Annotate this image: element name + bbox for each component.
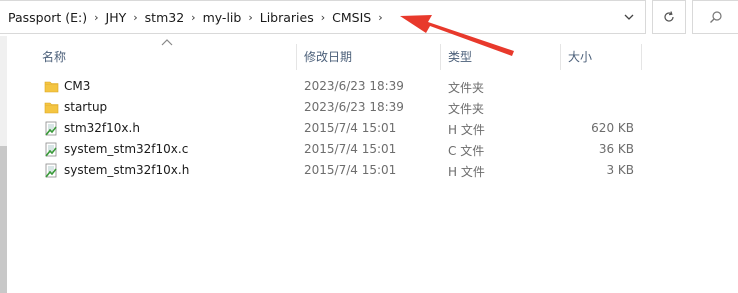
annotation-arrow-icon [400, 15, 514, 56]
breadcrumb-cmsis[interactable]: CMSIS [328, 10, 375, 25]
file-modified: 2015/7/4 15:01 [304, 163, 397, 177]
file-name: stm32f10x.h [64, 121, 140, 135]
file-type: H 文件 [448, 123, 485, 137]
column-divider[interactable] [641, 44, 642, 70]
list-item[interactable]: system_stm32f10x.c 2015/7/4 15:01 C 文件 3… [38, 139, 648, 160]
column-header-size[interactable]: 大小 [568, 44, 592, 70]
refresh-button[interactable] [652, 0, 686, 34]
column-header-name[interactable]: 名称 [42, 44, 66, 70]
nav-pane-scrollbar[interactable] [0, 36, 7, 293]
breadcrumb-drive[interactable]: Passport (E:) [4, 10, 91, 25]
breadcrumb-jhy[interactable]: JHY [102, 10, 131, 25]
chevron-right-icon[interactable]: › [91, 11, 101, 24]
chevron-right-icon[interactable]: › [130, 11, 140, 24]
file-type: 文件夹 [448, 102, 485, 116]
chevron-right-icon[interactable]: › [318, 11, 328, 24]
column-header-modified[interactable]: 修改日期 [304, 44, 352, 70]
file-modified: 2015/7/4 15:01 [304, 121, 397, 135]
breadcrumb: Passport (E:) › JHY › stm32 › my-lib › L… [4, 10, 386, 25]
file-type: C 文件 [448, 144, 485, 158]
file-size: 3 KB [606, 163, 634, 177]
header-file-icon [45, 163, 57, 178]
refresh-icon [664, 11, 674, 22]
file-type: 文件夹 [448, 81, 485, 95]
search-icon [709, 11, 722, 23]
file-modified: 2023/6/23 18:39 [304, 100, 404, 114]
c-file-icon [45, 142, 57, 157]
breadcrumb-libraries[interactable]: Libraries [256, 10, 318, 25]
list-item[interactable]: stm32f10x.h 2015/7/4 15:01 H 文件 620 KB [38, 118, 648, 139]
chevron-right-icon[interactable]: › [245, 11, 255, 24]
file-type: H 文件 [448, 165, 485, 179]
column-divider[interactable] [560, 44, 561, 70]
search-box[interactable] [692, 0, 738, 34]
list-item[interactable]: system_stm32f10x.h 2015/7/4 15:01 H 文件 3… [38, 160, 648, 181]
file-name: system_stm32f10x.c [64, 142, 189, 156]
file-modified: 2023/6/23 18:39 [304, 79, 404, 93]
column-header-row: 名称 修改日期 类型 大小 [34, 44, 654, 70]
history-dropdown-icon[interactable] [621, 9, 637, 25]
file-size: 36 KB [598, 142, 634, 156]
list-item[interactable]: startup 2023/6/23 18:39 文件夹 [38, 97, 648, 118]
folder-icon [44, 102, 59, 114]
breadcrumb-stm32[interactable]: stm32 [141, 10, 189, 25]
chevron-right-icon[interactable]: › [188, 11, 198, 24]
list-item[interactable]: CM3 2023/6/23 18:39 文件夹 [38, 76, 648, 97]
header-file-icon [45, 121, 57, 136]
folder-icon [44, 81, 59, 93]
file-name: startup [64, 100, 108, 114]
column-divider[interactable] [296, 44, 297, 70]
chevron-right-icon[interactable]: › [375, 11, 385, 24]
breadcrumb-my-lib[interactable]: my-lib [199, 10, 246, 25]
address-bar[interactable]: Passport (E:) › JHY › stm32 › my-lib › L… [0, 0, 646, 34]
scrollbar-thumb[interactable] [0, 146, 7, 293]
file-modified: 2015/7/4 15:01 [304, 142, 397, 156]
file-name: system_stm32f10x.h [64, 163, 190, 177]
file-name: CM3 [64, 79, 91, 93]
file-size: 620 KB [591, 121, 634, 135]
